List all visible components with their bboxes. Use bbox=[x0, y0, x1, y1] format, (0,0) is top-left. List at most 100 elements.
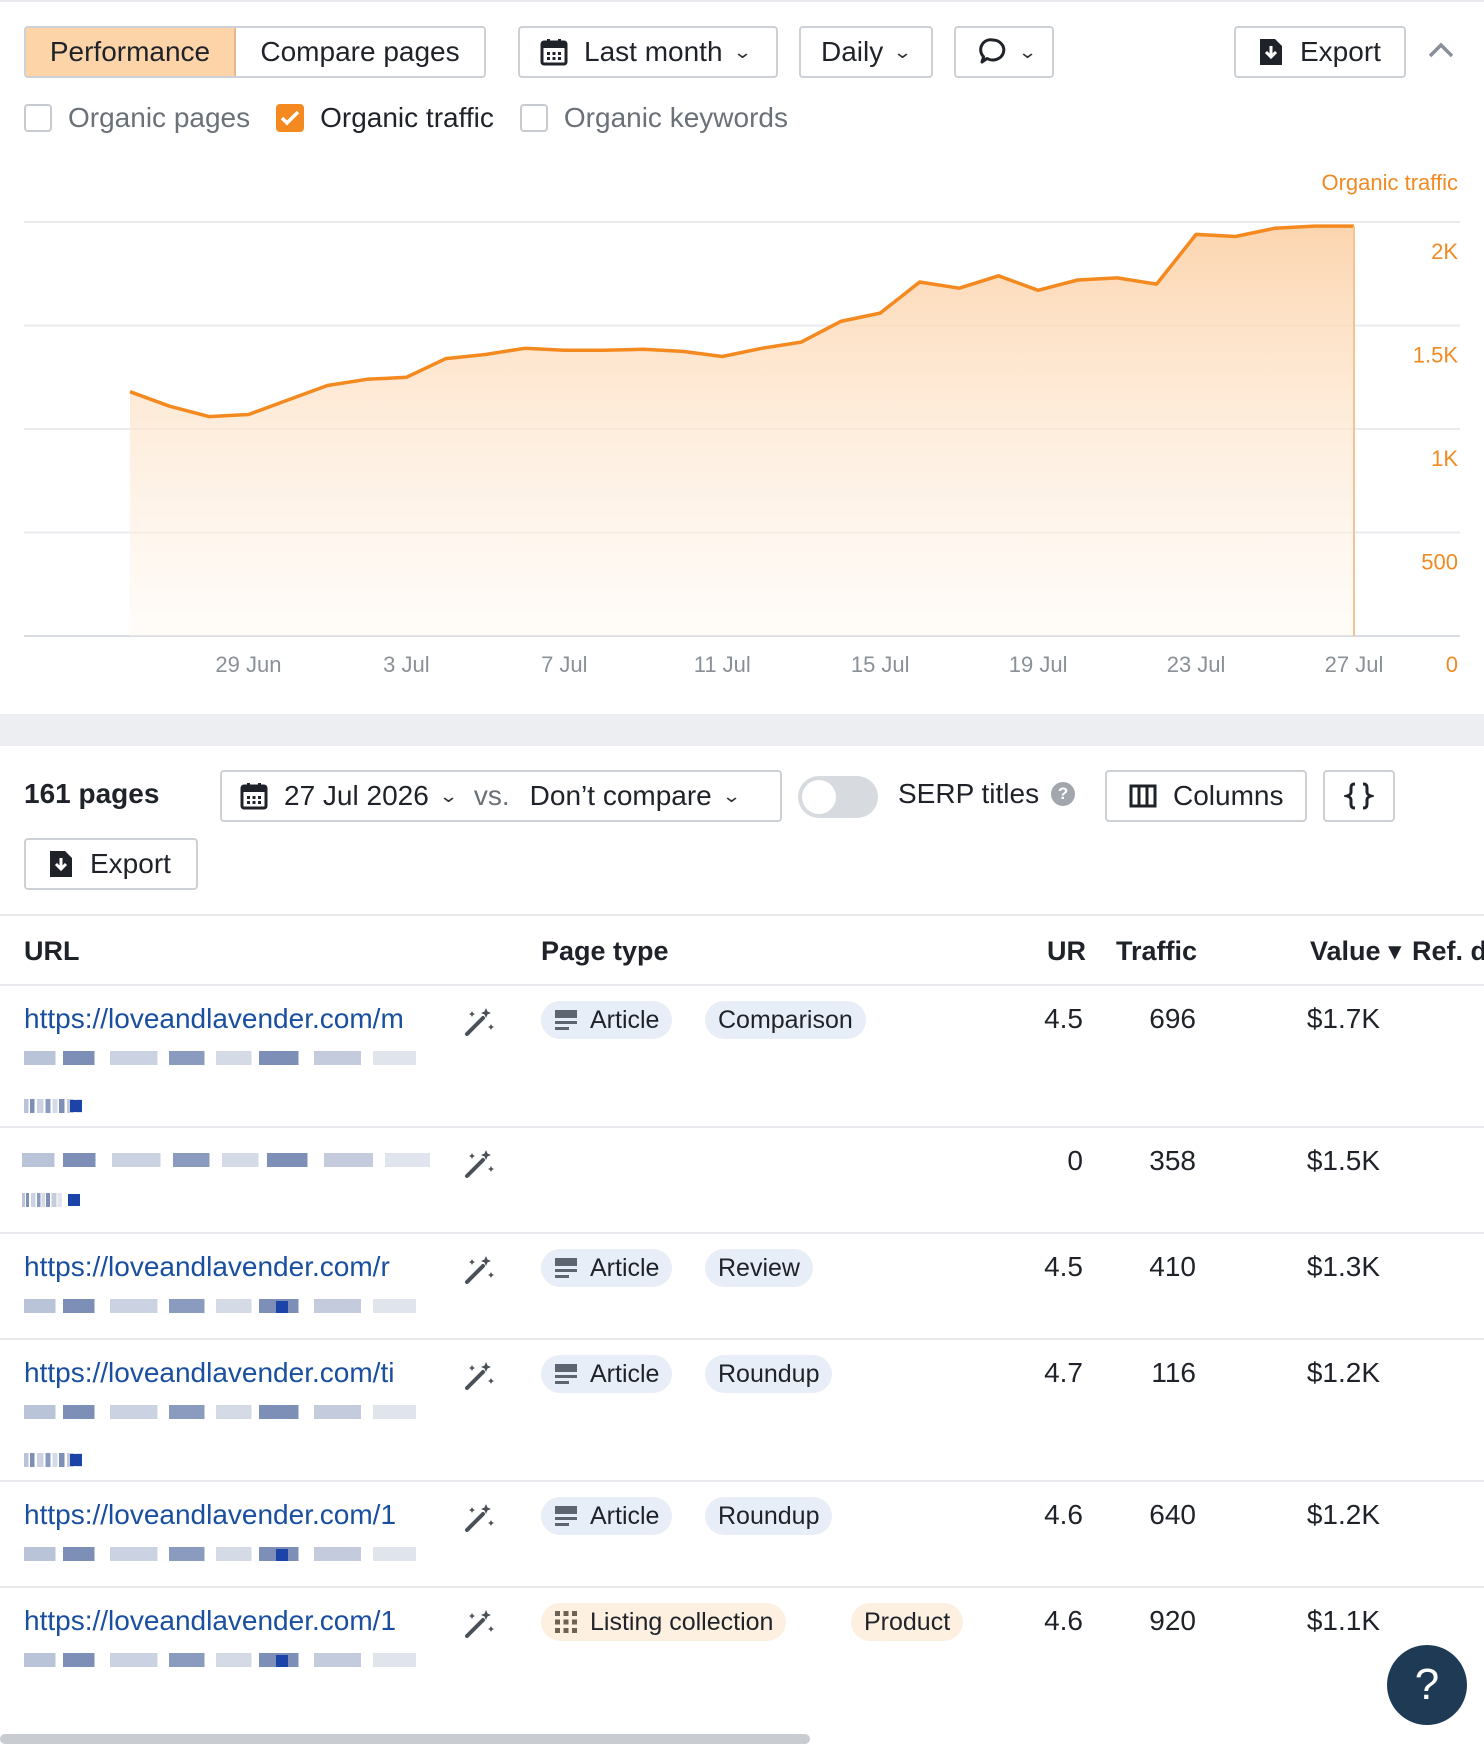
page-type-tag-label: Article bbox=[590, 1501, 660, 1530]
code-braces-icon bbox=[1344, 781, 1374, 811]
organic-pages-label: Organic pages bbox=[68, 102, 251, 133]
y-tick-label: 500 bbox=[1421, 550, 1458, 575]
column-header-ur[interactable]: UR bbox=[1047, 936, 1086, 967]
help-button[interactable]: ? bbox=[1387, 1645, 1467, 1725]
row-divider bbox=[0, 1126, 1484, 1128]
page-type-tag-label: Article bbox=[590, 1359, 660, 1388]
export-label: Export bbox=[1300, 36, 1381, 67]
value-amount: $1.1K bbox=[1306, 1605, 1380, 1636]
column-header-value[interactable]: Value ▾ bbox=[1310, 936, 1402, 967]
value-amount: $1.5K bbox=[1306, 1145, 1380, 1176]
page-type-tag[interactable]: Listing collection bbox=[541, 1603, 787, 1641]
organic-traffic-checkbox[interactable] bbox=[276, 104, 305, 132]
help-icon[interactable]: ? bbox=[1051, 782, 1076, 806]
value-amount: $1.7K bbox=[1306, 1003, 1380, 1034]
url-link[interactable]: https://loveandlavender.com/r bbox=[24, 1251, 424, 1283]
traffic-value[interactable]: 116 bbox=[1151, 1357, 1196, 1389]
traffic-value[interactable]: 640 bbox=[1149, 1499, 1196, 1531]
x-tick-label: 15 Jul bbox=[851, 652, 910, 677]
page-type-tag-label: Roundup bbox=[718, 1359, 820, 1388]
redacted-url-text bbox=[24, 1299, 416, 1313]
url-link[interactable]: https://loveandlavender.com/ti bbox=[24, 1357, 424, 1389]
tab-performance[interactable]: Performance bbox=[26, 28, 236, 76]
x-tick-label: 29 Jun bbox=[215, 652, 281, 677]
ur-value: 0 bbox=[1067, 1145, 1083, 1176]
period-dropdown[interactable]: Last month ⌄ bbox=[518, 26, 778, 78]
y-axis-label: Organic traffic bbox=[1321, 170, 1458, 195]
page-type-tag[interactable]: Article bbox=[541, 1249, 673, 1287]
column-header-ref-domains[interactable]: Ref. d bbox=[1412, 936, 1484, 967]
organic-traffic-chart: 29 Jun 3 Jul 7 Jul 11 Jul 15 Jul 19 Jul 23 Jul… bbox=[24, 170, 1460, 677]
url-link[interactable]: https://loveandlavender.com/m bbox=[24, 1003, 424, 1035]
traffic-value[interactable]: 920 bbox=[1149, 1605, 1196, 1637]
organic-pages-checkbox[interactable] bbox=[24, 104, 52, 132]
annotations-dropdown[interactable]: ⌄ bbox=[954, 26, 1054, 78]
compare-label[interactable]: Don’t compare bbox=[530, 780, 712, 812]
calendar-icon bbox=[540, 38, 568, 66]
page-type-tag-label: Roundup bbox=[718, 1501, 820, 1530]
view-switcher: Performance Compare pages bbox=[24, 26, 486, 78]
serp-titles-toggle[interactable] bbox=[798, 776, 878, 818]
column-header-traffic[interactable]: Traffic bbox=[1116, 936, 1197, 967]
page-type-tag[interactable]: Comparison bbox=[705, 1001, 866, 1039]
chevron-down-icon: ⌄ bbox=[892, 41, 913, 62]
column-header-page-type[interactable]: Page type bbox=[541, 936, 669, 967]
export-table-button[interactable]: Export bbox=[24, 838, 198, 890]
page-type-tag[interactable]: Review bbox=[705, 1249, 813, 1287]
magic-wand-icon[interactable] bbox=[462, 1253, 496, 1287]
row-divider bbox=[0, 1586, 1484, 1588]
redacted-url-text bbox=[68, 1194, 80, 1206]
page-type-tag[interactable]: Article bbox=[541, 1355, 673, 1393]
url-link[interactable]: https://loveandlavender.com/1 bbox=[24, 1605, 424, 1637]
y-tick-label: 0 bbox=[1446, 652, 1458, 677]
magic-wand-icon[interactable] bbox=[462, 1005, 496, 1039]
organic-keywords-checkbox[interactable] bbox=[519, 104, 548, 132]
vs-label: vs. bbox=[473, 780, 510, 811]
url-link[interactable]: https://loveandlavender.com/1 bbox=[24, 1499, 424, 1531]
columns-button[interactable]: Columns bbox=[1105, 770, 1307, 822]
traffic-value[interactable]: 358 bbox=[1149, 1145, 1196, 1177]
page-type-tag[interactable]: Roundup bbox=[705, 1355, 833, 1393]
redacted-url-text bbox=[22, 1153, 430, 1167]
export-chart-button[interactable]: Export bbox=[1234, 26, 1406, 78]
metric-checkboxes: Organic pages Organic traffic Organic ke… bbox=[24, 102, 812, 134]
article-icon bbox=[555, 1258, 577, 1278]
interval-dropdown[interactable]: Daily ⌄ bbox=[799, 26, 933, 78]
redacted-url-text bbox=[22, 1193, 62, 1207]
horizontal-scrollbar[interactable] bbox=[0, 1734, 810, 1744]
magic-wand-icon[interactable] bbox=[462, 1359, 496, 1393]
ur-value: 4.6 bbox=[1044, 1499, 1083, 1530]
magic-wand-icon[interactable] bbox=[462, 1501, 496, 1535]
table-top-divider bbox=[0, 914, 1484, 916]
interval-label: Daily bbox=[821, 36, 884, 67]
traffic-area bbox=[130, 226, 1354, 636]
magic-wand-icon[interactable] bbox=[462, 1607, 496, 1641]
api-button[interactable] bbox=[1323, 770, 1395, 822]
date-compare-selector[interactable]: 27 Jul 2026 ⌄ vs. Don’t compare ⌄ bbox=[220, 770, 782, 822]
download-icon bbox=[1258, 37, 1284, 67]
header-divider bbox=[0, 984, 1484, 986]
organic-traffic-label: Organic traffic bbox=[320, 102, 494, 133]
magic-wand-icon[interactable] bbox=[462, 1147, 496, 1181]
page-type-tag[interactable]: Product bbox=[851, 1603, 964, 1641]
page-type-tag[interactable]: Roundup bbox=[705, 1497, 833, 1535]
traffic-value[interactable]: 410 bbox=[1149, 1251, 1196, 1283]
checkmark-icon bbox=[280, 110, 300, 126]
columns-label: Columns bbox=[1173, 780, 1284, 811]
page-type-tag[interactable]: Article bbox=[541, 1001, 673, 1039]
value-amount: $1.3K bbox=[1306, 1251, 1380, 1282]
comment-icon bbox=[978, 37, 1008, 67]
page-type-tag-label: Comparison bbox=[718, 1005, 853, 1034]
page-type-tag-label: Product bbox=[864, 1607, 951, 1636]
page-type-tag-label: Article bbox=[590, 1005, 660, 1034]
page-type-tag[interactable]: Article bbox=[541, 1497, 673, 1535]
ur-value: 4.7 bbox=[1044, 1357, 1083, 1388]
tab-compare-pages[interactable]: Compare pages bbox=[236, 28, 484, 76]
traffic-value[interactable]: 696 bbox=[1149, 1003, 1196, 1035]
collapse-chevron-up-icon[interactable] bbox=[1426, 38, 1456, 62]
article-icon bbox=[555, 1364, 577, 1384]
column-header-url[interactable]: URL bbox=[24, 936, 80, 967]
date-label[interactable]: 27 Jul 2026 bbox=[284, 780, 429, 812]
x-tick-label: 3 Jul bbox=[383, 652, 429, 677]
ur-value: 4.6 bbox=[1044, 1605, 1083, 1636]
